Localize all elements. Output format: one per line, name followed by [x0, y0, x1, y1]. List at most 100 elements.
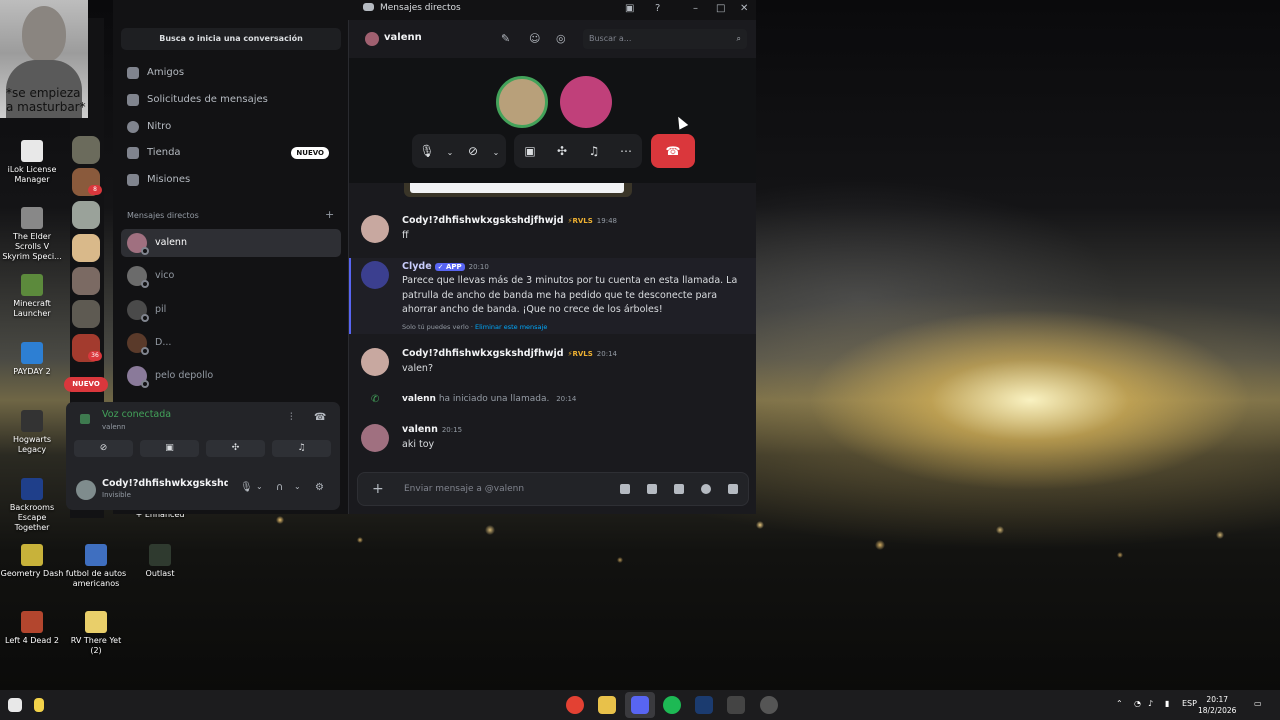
file-icon[interactable]: [34, 698, 44, 712]
more-options-icon[interactable]: ⋯: [610, 134, 642, 168]
help-icon[interactable]: ?: [655, 3, 660, 14]
delete-message-link[interactable]: Eliminar este mensaje: [475, 323, 547, 331]
desktop-icon-rv-there-yet[interactable]: RV There Yet (2): [64, 611, 128, 656]
app-icon[interactable]: [760, 696, 778, 714]
dm-item-d[interactable]: D...: [121, 329, 341, 357]
user-name[interactable]: Cody!?dhfishwkxgskshdj...: [102, 478, 228, 489]
new-messages-pill[interactable]: NUEVO: [64, 377, 108, 392]
microphone-icon[interactable]: ▮: [1165, 699, 1169, 708]
apps-icon[interactable]: [728, 484, 738, 494]
screen-share-icon[interactable]: ▣: [625, 3, 634, 14]
conversation-search[interactable]: Busca o inicia una conversación: [121, 28, 341, 50]
nav-quests[interactable]: Misiones: [121, 168, 341, 192]
spotify-icon[interactable]: [663, 696, 681, 714]
nav-message-requests[interactable]: Solicitudes de mensajes: [121, 88, 341, 112]
maximize-button[interactable]: □: [716, 3, 725, 14]
author-avatar[interactable]: [361, 215, 389, 243]
steam-icon[interactable]: [695, 696, 713, 714]
headphones-icon[interactable]: ∩: [276, 482, 283, 493]
server-avatar[interactable]: [72, 267, 100, 295]
voice-status[interactable]: Voz conectada: [102, 409, 171, 420]
dm-item-pelo-depollo[interactable]: pelo depollo: [121, 362, 341, 390]
clyde-avatar[interactable]: [361, 261, 389, 289]
search-input[interactable]: Buscar a... ⌕: [583, 29, 747, 49]
dm-item-vico[interactable]: vico: [121, 262, 341, 290]
chevron-down-icon[interactable]: ⌄: [294, 482, 301, 491]
dm-item-pil[interactable]: pil: [121, 296, 341, 324]
minimize-button[interactable]: –: [693, 3, 698, 14]
profile-icon[interactable]: ◎: [556, 32, 569, 45]
desktop-icon-ilok[interactable]: iLok License Manager: [0, 140, 64, 185]
nav-nitro[interactable]: Nitro: [121, 115, 341, 139]
author-name[interactable]: valenn: [402, 424, 438, 435]
server-avatar[interactable]: [72, 201, 100, 229]
disconnect-icon[interactable]: ☎: [314, 412, 326, 423]
call-participant-avatar[interactable]: [496, 76, 548, 128]
desktop-icon-outlast[interactable]: Outlast: [128, 544, 192, 579]
activities-icon[interactable]: ✣: [546, 134, 578, 168]
screen-share-icon[interactable]: ▣: [514, 134, 546, 168]
server-avatar[interactable]: [72, 300, 100, 328]
desktop-icon-hogwarts[interactable]: Hogwarts Legacy: [0, 410, 64, 455]
chrome-icon[interactable]: [566, 696, 584, 714]
language-indicator[interactable]: ESP: [1182, 699, 1197, 708]
add-friends-icon[interactable]: ☺: [529, 32, 542, 45]
emoji-icon[interactable]: [701, 484, 711, 494]
network-icon[interactable]: ◔: [1134, 699, 1141, 708]
soundboard-button[interactable]: ♫: [272, 440, 331, 457]
notification-icon[interactable]: ▭: [1254, 699, 1262, 708]
dm-item-valenn[interactable]: valenn: [121, 229, 341, 257]
author-name[interactable]: Cody!?dhfishwkxgskshdjfhwjd: [402, 215, 564, 226]
attach-icon[interactable]: +: [372, 481, 384, 497]
author-name[interactable]: Cody!?dhfishwkxgskshdjfhwjd: [402, 348, 564, 359]
microphone-icon[interactable]: 🎙: [412, 134, 442, 168]
noise-suppression-icon[interactable]: ⫶: [290, 412, 293, 423]
chevron-down-icon[interactable]: ⌄: [256, 482, 263, 491]
chevron-up-icon[interactable]: ⌃: [1116, 699, 1123, 708]
chevron-down-icon[interactable]: ⌄: [442, 136, 458, 170]
desktop-icon-left4dead[interactable]: Left 4 Dead 2: [0, 611, 64, 646]
screen-share-button[interactable]: ▣: [140, 440, 199, 457]
caller-name[interactable]: valenn: [402, 394, 436, 404]
volume-icon[interactable]: ♪: [1148, 699, 1153, 708]
gift-icon[interactable]: [620, 484, 630, 494]
windows-start-icon[interactable]: [8, 698, 22, 712]
settings-gear-icon[interactable]: ⚙: [315, 482, 324, 493]
chevron-down-icon[interactable]: ⌄: [488, 136, 504, 170]
nav-friends[interactable]: Amigos: [121, 61, 341, 85]
call-participant-avatar[interactable]: [560, 76, 612, 128]
message-composer[interactable]: + Enviar mensaje a @valenn: [357, 472, 749, 506]
sticker-icon[interactable]: [674, 484, 684, 494]
desktop-icon-skyrim[interactable]: The Elder Scrolls V Skyrim Speci...: [0, 207, 64, 262]
discord-icon[interactable]: [631, 696, 649, 714]
activities-button[interactable]: ✣: [206, 440, 265, 457]
desktop-icon-payday[interactable]: PAYDAY 2: [0, 342, 64, 377]
signal-icon[interactable]: [80, 414, 90, 424]
clock[interactable]: 20:17 18/2/2026: [1198, 694, 1236, 716]
server-avatar[interactable]: [72, 136, 100, 164]
create-dm-icon[interactable]: +: [325, 208, 334, 221]
user-avatar[interactable]: [76, 480, 96, 500]
nav-shop[interactable]: Tienda NUEVO: [121, 141, 341, 165]
avatar: [127, 300, 149, 322]
desktop-icon-backrooms[interactable]: Backrooms Escape Together: [0, 478, 64, 533]
desktop-icon-geometry-dash[interactable]: Geometry Dash: [0, 544, 64, 579]
author-name[interactable]: Clyde: [402, 261, 432, 272]
end-call-button[interactable]: ☎: [651, 134, 695, 168]
soundboard-icon[interactable]: ♫: [578, 134, 610, 168]
microphone-icon[interactable]: 🎙: [240, 482, 253, 493]
desktop-icon-minecraft[interactable]: Minecraft Launcher: [0, 274, 64, 319]
camera-button[interactable]: ⊘: [74, 440, 133, 457]
minecraft-icon: [21, 274, 43, 296]
desktop-icon-rocket-league[interactable]: futbol de autos americanos: [64, 544, 128, 589]
close-button[interactable]: ✕: [740, 3, 748, 14]
pin-icon[interactable]: ✎: [501, 32, 514, 45]
camera-off-icon[interactable]: ⊘: [458, 134, 488, 168]
server-avatar[interactable]: [72, 234, 100, 262]
epic-games-icon[interactable]: [727, 696, 745, 714]
author-avatar[interactable]: [361, 424, 389, 452]
gif-icon[interactable]: [647, 484, 657, 494]
discord-logo-icon: [363, 3, 374, 11]
author-avatar[interactable]: [361, 348, 389, 376]
file-explorer-icon[interactable]: [598, 696, 616, 714]
